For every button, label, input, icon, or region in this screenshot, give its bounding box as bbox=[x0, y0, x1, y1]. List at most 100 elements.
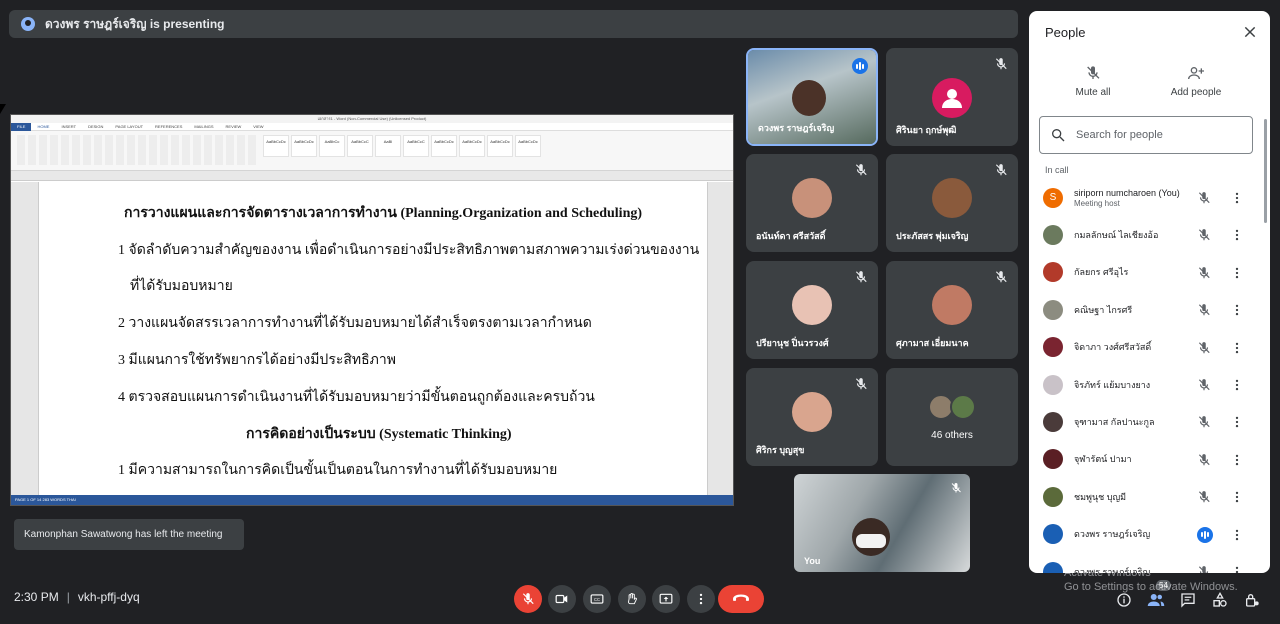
participant-row[interactable]: จุฑามาส กัลปานะกูล bbox=[1029, 403, 1263, 440]
participant-row[interactable]: Ssiriporn numcharoen (You) Meeting host bbox=[1029, 179, 1263, 216]
participant-avatar bbox=[1043, 412, 1063, 433]
participant-row[interactable]: กัลยกร ศรีอุไร bbox=[1029, 254, 1263, 291]
participant-avatar bbox=[1043, 225, 1063, 246]
left-meeting-toast: Kamonphan Sawatwong has left the meeting bbox=[14, 519, 244, 550]
more-vert-icon[interactable] bbox=[1230, 303, 1244, 317]
more-vert-icon[interactable] bbox=[1230, 341, 1244, 355]
leave-call-button[interactable] bbox=[718, 585, 764, 613]
mic-off-icon[interactable] bbox=[1197, 565, 1211, 573]
participant-tile[interactable]: อนันท์ดา ศรีสวัสดิ์ bbox=[746, 154, 878, 252]
word-style-preset: AaBl bbox=[375, 135, 401, 157]
others-avatars bbox=[928, 394, 978, 420]
mic-off-icon[interactable] bbox=[1197, 378, 1211, 392]
more-vert-icon[interactable] bbox=[1230, 528, 1244, 542]
doc-heading-1: การวางแผนและการจัดตารางเวลาการทำงาน (Pla… bbox=[124, 206, 643, 221]
participant-name-block: กัลยกร ศรีอุไร bbox=[1074, 265, 1128, 279]
mute-all-button[interactable]: Mute all bbox=[1048, 65, 1138, 98]
participant-tile[interactable]: ศิริกร บุญสุข bbox=[746, 368, 878, 466]
mic-off-icon bbox=[995, 271, 1007, 283]
panel-scrollbar[interactable] bbox=[1264, 119, 1267, 223]
word-style-preset: AaBbCc bbox=[319, 135, 345, 157]
participant-row[interactable]: จุฬารัตน์ ปามา bbox=[1029, 441, 1263, 478]
camera-toggle-button[interactable] bbox=[548, 585, 576, 613]
more-vert-icon[interactable] bbox=[1230, 378, 1244, 392]
call-end-icon bbox=[733, 594, 749, 601]
more-vert-icon[interactable] bbox=[1230, 266, 1244, 280]
participant-avatar bbox=[1043, 374, 1063, 395]
ribbon-styles: AaBbCcDc AaBbCcDc AaBbCc AaBbCcC AaBl AaBbCcC… bbox=[263, 135, 541, 157]
mic-off-icon[interactable] bbox=[1197, 228, 1211, 242]
self-view-tile[interactable]: You bbox=[794, 474, 970, 572]
mic-off-icon[interactable] bbox=[1197, 453, 1211, 467]
participant-name: จุฬารัตน์ ปามา bbox=[1074, 454, 1132, 465]
mic-toggle-button[interactable] bbox=[514, 585, 542, 613]
participant-avatar bbox=[1043, 524, 1063, 545]
captions-button[interactable]: CC bbox=[583, 585, 611, 613]
participant-name-block: ชมพูนุช บุญมี bbox=[1074, 490, 1126, 504]
participant-tile[interactable]: ศุภามาส เอี่ยมนาค bbox=[886, 261, 1018, 359]
participant-row[interactable]: จิรภัทร์ แย้มบางยาง bbox=[1029, 366, 1263, 403]
participant-tile[interactable]: ปรียานุช ปิ่นวรวงศ์ bbox=[746, 261, 878, 359]
person-add-icon bbox=[1188, 67, 1204, 80]
participant-tile-presenter[interactable]: ดวงพร ราษฎร์เจริญ bbox=[746, 48, 878, 146]
participant-avatar bbox=[1043, 337, 1063, 358]
people-search-input[interactable]: Search for people bbox=[1039, 116, 1253, 154]
word-style-preset: AaBbCcDc bbox=[459, 135, 485, 157]
participant-name-block: siriporn numcharoen (You) Meeting host bbox=[1074, 188, 1180, 208]
mic-off-icon[interactable] bbox=[1197, 266, 1211, 280]
word-status-bar: PAGE 1 OF 14 283 WORDS THAI bbox=[11, 495, 733, 505]
tile-name: ศิรินยา ฤกษ์พุฒิ bbox=[896, 125, 957, 135]
more-vert-icon[interactable] bbox=[1230, 415, 1244, 429]
others-avatar bbox=[950, 394, 976, 420]
word-ribbon: AaBbCcDc AaBbCcDc AaBbCc AaBbCcC AaBl AaBbCcC… bbox=[11, 131, 733, 171]
participant-row[interactable]: ดวงพร ราษฎร์เจริญ bbox=[1029, 553, 1263, 573]
word-window-title: เอกสาร1 - Word (Non-Commercial Use) (Unl… bbox=[11, 115, 733, 123]
participant-avatar bbox=[1043, 262, 1063, 283]
add-people-button[interactable]: Add people bbox=[1151, 65, 1241, 98]
participant-name-block: จิดาภา วงศ์ศรีสวัสดิ์ bbox=[1074, 340, 1151, 354]
participant-row[interactable]: ชมพูนุช บุญมี bbox=[1029, 478, 1263, 515]
info-icon bbox=[1117, 593, 1131, 607]
mic-off-icon[interactable] bbox=[1197, 415, 1211, 429]
host-controls-button[interactable] bbox=[1242, 590, 1262, 610]
chat-icon bbox=[1181, 593, 1195, 608]
mic-off-icon[interactable] bbox=[1197, 490, 1211, 504]
more-vert-icon bbox=[699, 593, 703, 605]
tile-name: ดวงพร ราษฎร์เจริญ bbox=[758, 123, 835, 133]
doc-line-5: 4 ตรวจสอบแผนการดำเนินงานที่ได้รับมอบหมาย… bbox=[118, 390, 595, 405]
more-vert-icon[interactable] bbox=[1230, 490, 1244, 504]
participant-tile[interactable]: ประภัสสร พุ่มเจริญ bbox=[886, 154, 1018, 252]
mic-off-icon[interactable] bbox=[1197, 191, 1211, 205]
others-count: 46 others bbox=[931, 430, 973, 441]
svg-text:CC: CC bbox=[594, 597, 600, 602]
participant-name: siriporn numcharoen (You) bbox=[1074, 187, 1180, 198]
mic-off-icon[interactable] bbox=[1197, 303, 1211, 317]
more-vert-icon[interactable] bbox=[1230, 228, 1244, 242]
present-button[interactable] bbox=[652, 585, 680, 613]
more-vert-icon[interactable] bbox=[1230, 565, 1244, 573]
more-vert-icon[interactable] bbox=[1230, 191, 1244, 205]
mic-off-icon bbox=[855, 271, 867, 283]
close-icon[interactable] bbox=[1242, 24, 1258, 40]
word-tab: MAILINGS bbox=[194, 124, 214, 129]
videocam-icon bbox=[555, 594, 568, 604]
raise-hand-button[interactable] bbox=[618, 585, 646, 613]
participant-row[interactable]: คณิษฐา ไกรศรี bbox=[1029, 291, 1263, 328]
ribbon-tools bbox=[17, 135, 257, 165]
presenting-text: ดวงพร ราษฎร์เจริญ is presenting bbox=[45, 16, 225, 31]
mic-off-icon[interactable] bbox=[1197, 341, 1211, 355]
meeting-code: vkh-pffj-dyq bbox=[77, 590, 140, 604]
participant-tile[interactable]: ศิรินยา ฤกษ์พุฒิ bbox=[886, 48, 1018, 146]
participant-row[interactable]: ดวงพร ราษฎร์เจริญ bbox=[1029, 516, 1263, 553]
more-vert-icon[interactable] bbox=[1230, 453, 1244, 467]
word-tab: VIEW bbox=[253, 124, 264, 129]
participant-row[interactable]: จิดาภา วงศ์ศรีสวัสดิ์ bbox=[1029, 329, 1263, 366]
watermark-line2: Go to Settings to activate Windows. bbox=[1064, 581, 1238, 593]
present-screen-icon bbox=[659, 593, 673, 604]
participant-name: จิดาภา วงศ์ศรีสวัสดิ์ bbox=[1074, 342, 1152, 353]
others-tile[interactable]: 46 others bbox=[886, 368, 1018, 466]
more-options-button[interactable] bbox=[687, 585, 715, 613]
participant-name: คณิษฐา ไกรศรี bbox=[1074, 304, 1133, 315]
participant-avatar bbox=[792, 285, 832, 325]
participant-row[interactable]: กมลลักษณ์ ไลเชียงอ้อ bbox=[1029, 216, 1263, 253]
